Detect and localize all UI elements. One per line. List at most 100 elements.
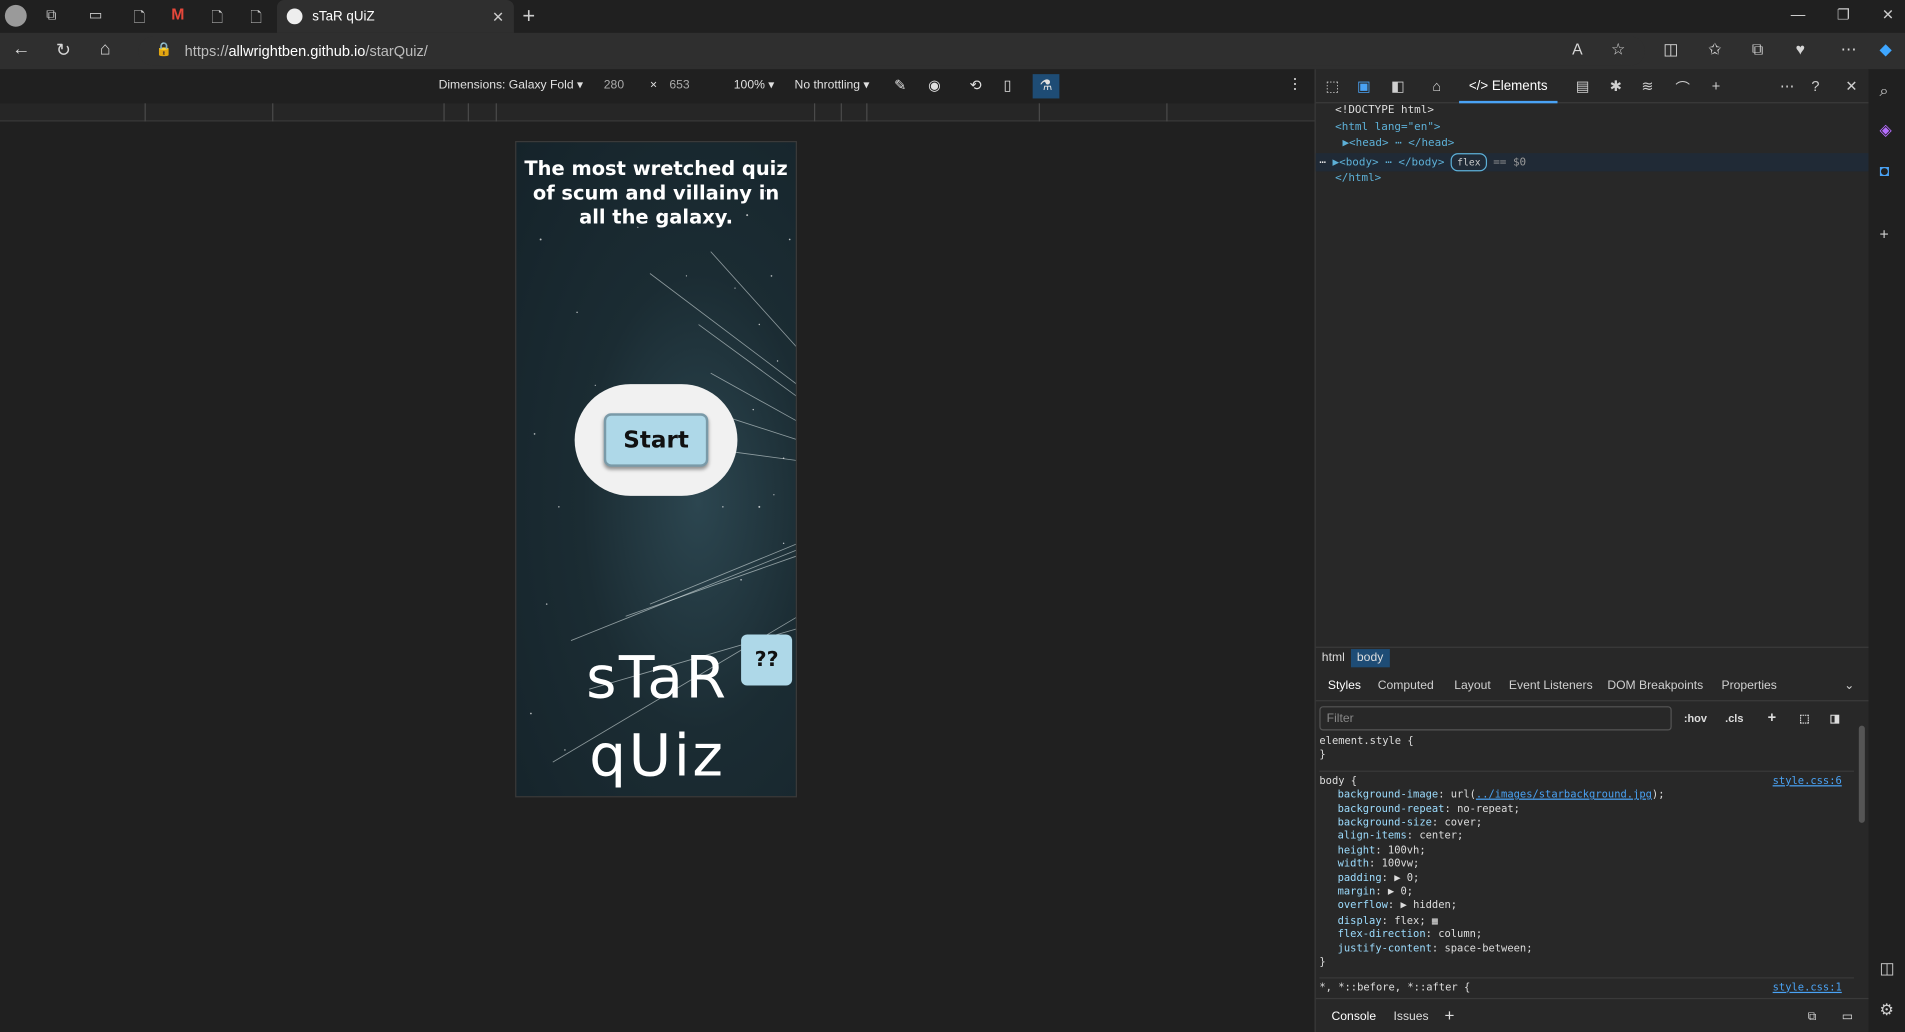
minimize-icon[interactable]: — (1791, 6, 1806, 23)
width-input[interactable]: 280 (604, 79, 624, 92)
dual-screen-icon[interactable]: ▯ (1004, 77, 1012, 94)
prop-row[interactable]: height: 100vh; (1319, 845, 1854, 859)
prop-row[interactable]: margin: ▶ 0; (1319, 886, 1854, 900)
styles-filter-input[interactable]: Filter (1319, 706, 1672, 731)
extensions-icon[interactable]: ♥ (1796, 40, 1805, 58)
tab-actions-icon[interactable]: ▭ (89, 6, 103, 23)
tab-computed[interactable]: Computed (1378, 679, 1434, 692)
network-wifi-icon[interactable]: ≋ (1641, 78, 1653, 95)
profile-avatar[interactable] (4, 4, 27, 27)
copilot-icon[interactable]: ◆ (1879, 40, 1891, 59)
bg-image-link[interactable]: ../images/starbackground.jpg (1476, 789, 1652, 801)
prop-row[interactable]: display: flex; ▦ (1319, 914, 1854, 929)
drawer-add-icon[interactable]: + (1445, 1005, 1455, 1024)
sidebar-toggle-icon[interactable]: ◨ (1830, 712, 1840, 725)
new-tab-icon[interactable]: + (522, 4, 535, 30)
sidebar-add-icon[interactable]: + (1879, 225, 1888, 243)
tab-issues[interactable]: Issues (1393, 1010, 1428, 1023)
refresh-icon[interactable]: ↻ (56, 39, 71, 61)
device-more-icon[interactable]: ⋮ (1288, 75, 1303, 92)
dom-line-doctype[interactable]: <!DOCTYPE html> (1316, 103, 1870, 119)
back-icon[interactable]: ← (12, 39, 30, 60)
zoom-dropdown[interactable]: 100% ▾ (734, 79, 775, 92)
throttling-dropdown[interactable]: No throttling ▾ (795, 79, 870, 92)
sidebar-outlook-icon[interactable]: ◘ (1879, 162, 1889, 180)
dimensions-dropdown[interactable]: Dimensions: Galaxy Fold ▾ (439, 79, 584, 92)
source-link-1[interactable]: style.css:6 (1773, 775, 1842, 789)
prop-row[interactable]: width: 100vw; (1319, 858, 1854, 872)
breadcrumb-body[interactable]: body (1350, 649, 1390, 668)
tab-page-1[interactable]: 🗋 (134, 6, 146, 32)
drawer-close-icon[interactable]: ▭ (1842, 1010, 1853, 1023)
favorite-star-icon[interactable]: ☆ (1611, 40, 1625, 59)
prop-row[interactable]: background-size: cover; (1319, 817, 1854, 831)
source-link-2[interactable]: style.css:1 (1773, 982, 1842, 996)
prop-row[interactable]: overflow: ▶ hidden; (1319, 900, 1854, 914)
address-bar[interactable]: 🔒 https://allwrightben.github.io/starQui… (138, 36, 1645, 66)
element-style-selector[interactable]: element.style { (1319, 735, 1854, 749)
prop-row[interactable]: background-repeat: no-repeat; (1319, 803, 1854, 817)
dom-line-html-close[interactable]: </html> (1316, 171, 1870, 187)
workspaces-icon[interactable]: ⧉ (46, 6, 56, 24)
vision-icon[interactable]: ◉ (928, 77, 941, 94)
read-aloud-icon[interactable]: A (1572, 40, 1583, 58)
flex-badge[interactable]: flex (1451, 152, 1487, 172)
dom-line-head[interactable]: ▶<head> ⋯ </head> (1316, 136, 1870, 152)
tab-event-listeners[interactable]: Event Listeners (1509, 679, 1593, 692)
lock-icon[interactable]: 🔒 (156, 41, 173, 58)
tab-gmail[interactable]: M (171, 5, 184, 23)
tab-dom-breakpoints[interactable]: DOM Breakpoints (1607, 679, 1703, 692)
close-devtools-icon[interactable]: ✕ (1845, 78, 1857, 95)
tab-styles[interactable]: Styles (1328, 679, 1361, 692)
restore-icon[interactable]: ❐ (1837, 6, 1850, 23)
sidebar-copilot-icon[interactable]: ◈ (1879, 120, 1891, 139)
cls-toggle[interactable]: .cls (1725, 712, 1743, 724)
drawer-dock-icon[interactable]: ⧉ (1808, 1010, 1817, 1023)
sidebar-settings-icon[interactable]: ⚙ (1879, 1000, 1893, 1019)
rotate-icon[interactable]: ⟲ (969, 77, 981, 94)
dom-line-body[interactable]: ⋯ ▶<body> ⋯ </body> flex == $0 (1315, 152, 1870, 172)
height-input[interactable]: 653 (669, 79, 689, 92)
tab-layout[interactable]: Layout (1454, 679, 1490, 692)
split-screen-icon[interactable]: ◫ (1663, 40, 1678, 59)
prop-row[interactable]: padding: ▶ 0; (1319, 872, 1854, 886)
prop-row[interactable]: align-items: center; (1319, 831, 1854, 845)
close-window-icon[interactable]: ✕ (1882, 6, 1894, 23)
chevron-down-icon[interactable]: ⌄ (1844, 679, 1854, 692)
styles-scrollbar[interactable] (1858, 725, 1865, 823)
tab-console[interactable]: Console (1332, 1010, 1377, 1023)
eyedropper-icon[interactable]: ✎ (894, 77, 906, 94)
new-rule-icon[interactable]: + (1768, 709, 1777, 726)
sidebar-hide-icon[interactable]: ◫ (1879, 959, 1894, 978)
devtools-more-icon[interactable]: ⋯ (1780, 78, 1795, 95)
inspect-icon[interactable]: ⬚ (1325, 78, 1339, 95)
start-button[interactable]: Start (603, 413, 709, 467)
tab-page-2[interactable]: 🗋 (211, 6, 223, 32)
sources-bug-icon[interactable]: ✱ (1610, 78, 1622, 95)
tab-active[interactable]: sTaR qUiZ ✕ (276, 0, 514, 33)
prop-background-image[interactable]: background-image: url(../images/starback… (1319, 789, 1854, 803)
help-icon[interactable]: ? (1811, 78, 1819, 95)
hov-toggle[interactable]: :hov (1684, 712, 1707, 724)
home-icon[interactable]: ⌂ (100, 39, 111, 60)
prop-row[interactable]: justify-content: space-between; (1319, 943, 1854, 957)
welcome-home-icon[interactable]: ⌂ (1432, 78, 1441, 95)
sidebar-search-icon[interactable]: ⌕ (1879, 81, 1888, 100)
flex-editor-icon[interactable]: ▦ (1432, 915, 1438, 926)
dom-line-html[interactable]: <html lang="en"> (1316, 120, 1870, 136)
element-state-icon[interactable]: ⬚ (1799, 712, 1809, 725)
universal-rule-selector[interactable]: *, *::before, *::after { (1319, 982, 1470, 994)
more-menu-icon[interactable]: ⋯ (1841, 40, 1857, 59)
performance-icon[interactable]: ⌒ (1675, 78, 1690, 99)
console-panel-icon[interactable]: ▤ (1576, 78, 1590, 95)
dock-icon[interactable]: ◧ (1391, 78, 1405, 95)
tab-elements[interactable]: </> Elements (1459, 69, 1558, 104)
tab-properties[interactable]: Properties (1722, 679, 1777, 692)
device-toggle-icon[interactable]: ▣ (1357, 78, 1371, 95)
favorites-icon[interactable]: ✩ (1708, 40, 1721, 59)
flask-icon[interactable]: ⚗ (1032, 74, 1060, 99)
collections-icon[interactable]: ⧉ (1752, 40, 1763, 59)
prop-row[interactable]: flex-direction: column; (1319, 929, 1854, 943)
more-tools-plus-icon[interactable]: + (1712, 78, 1721, 95)
tab-page-3[interactable]: 🗋 (250, 6, 262, 32)
